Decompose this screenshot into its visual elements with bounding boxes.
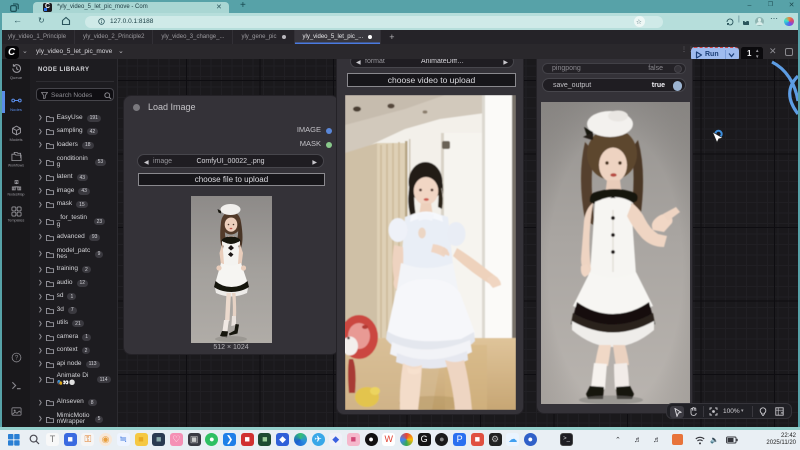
svg-text:✕: ✕ xyxy=(780,410,784,415)
svg-text:?: ? xyxy=(14,355,18,362)
